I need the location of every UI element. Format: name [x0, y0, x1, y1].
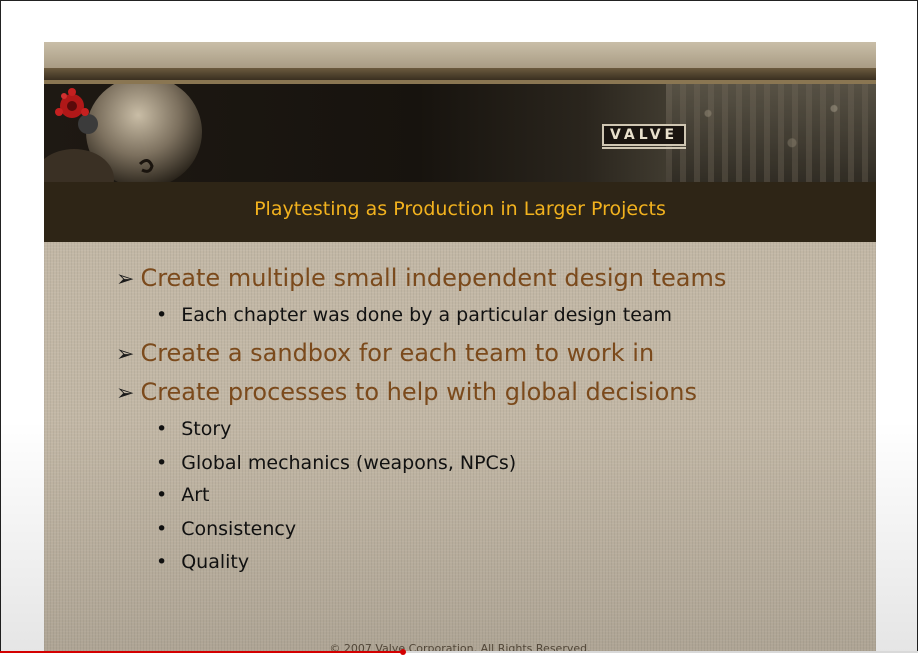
arrowhead-bullet-icon: ➢: [116, 342, 135, 367]
arrowhead-bullet-icon: ➢: [116, 381, 135, 406]
sub-bullet-item: • Global mechanics (weapons, NPCs): [156, 452, 516, 474]
bullet-text: Create multiple small independent design…: [140, 264, 727, 292]
dot-bullet-icon: •: [156, 484, 168, 506]
bullet-item-1: ➢ Create multiple small independent desig…: [116, 264, 726, 292]
bullet-item-2: ➢ Create a sandbox for each team to work …: [116, 339, 654, 367]
slide-content: ➢ Create multiple small independent desig…: [44, 42, 876, 653]
sub-bullet-text: Global mechanics (weapons, NPCs): [181, 452, 517, 474]
video-progress-scrubber[interactable]: [399, 649, 406, 655]
sub-bullet-item: • Each chapter was done by a particular d…: [156, 304, 672, 326]
arrowhead-bullet-icon: ➢: [116, 267, 135, 292]
presentation-slide: VALVE Playtesting as Production in Large…: [44, 42, 876, 653]
sub-bullet-text: Each chapter was done by a particular de…: [181, 304, 673, 326]
dot-bullet-icon: •: [156, 518, 168, 540]
sub-bullet-item: • Consistency: [156, 518, 296, 540]
dot-bullet-icon: •: [156, 551, 168, 573]
dot-bullet-icon: •: [156, 304, 168, 326]
bullet-text: Create a sandbox for each team to work i…: [140, 339, 655, 367]
sub-bullet-item: • Story: [156, 418, 231, 440]
dot-bullet-icon: •: [156, 452, 168, 474]
sub-bullet-text: Story: [181, 418, 232, 440]
sub-bullet-text: Art: [181, 484, 210, 506]
sub-bullet-text: Consistency: [181, 518, 297, 540]
dot-bullet-icon: •: [156, 418, 168, 440]
sub-bullet-text: Quality: [181, 551, 250, 573]
sub-bullet-item: • Art: [156, 484, 209, 506]
sub-bullet-item: • Quality: [156, 551, 249, 573]
bullet-item-3: ➢ Create processes to help with global de…: [116, 378, 697, 406]
bullet-text: Create processes to help with global dec…: [140, 378, 697, 406]
